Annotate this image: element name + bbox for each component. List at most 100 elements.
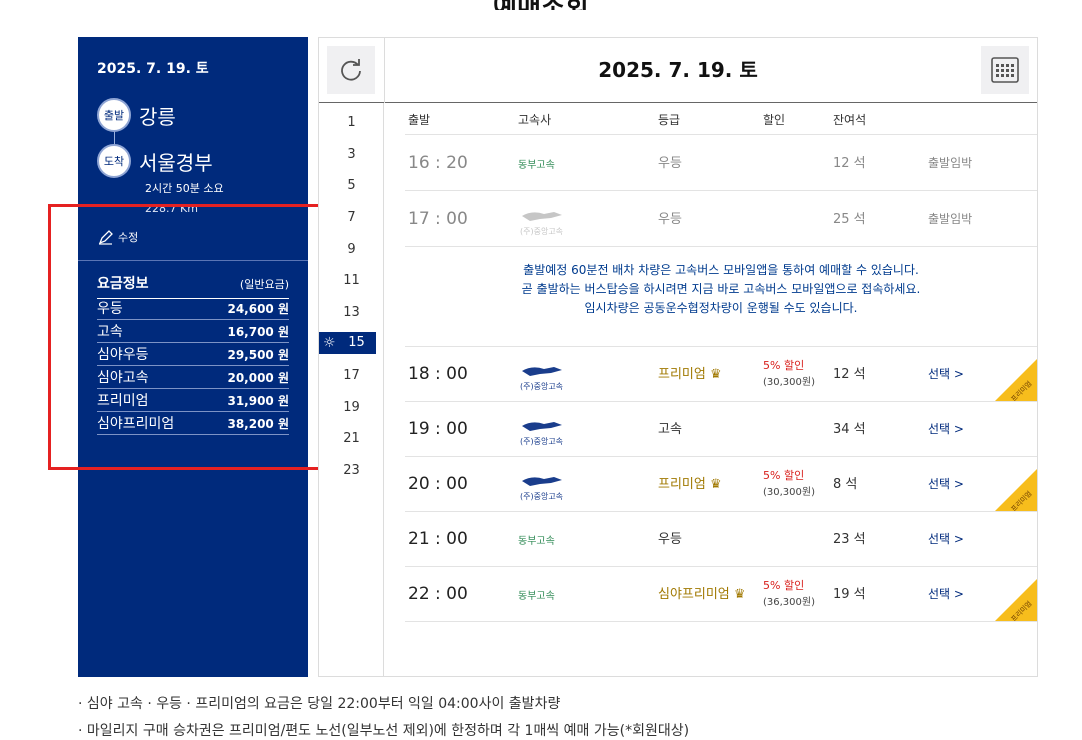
- company-logo-jungang: (주)중앙고속: [518, 192, 568, 247]
- fare-name: 심야우등: [97, 347, 149, 363]
- column-headers: 출발 고속사 등급 할인 잔여석: [405, 111, 1037, 135]
- select-button[interactable]: 선택 >: [928, 347, 964, 402]
- fare-title: 요금정보: [97, 276, 149, 292]
- premium-ribbon-icon: 프리미엄: [995, 359, 1037, 401]
- notice-line: 곧 출발하는 버스탑승을 하시려면 지금 바로 고속버스 모바일앱으로 접속하세…: [521, 282, 921, 296]
- fare-row: 고속 16,700 원: [97, 320, 289, 343]
- depart-time: 18 : 00: [408, 364, 468, 384]
- seats-left: 23 석: [833, 532, 866, 547]
- discount-rate: 5% 할인: [763, 359, 805, 372]
- trip-distance: 228.7 Km: [145, 202, 198, 215]
- hour-selector: 1 3 5 7 9 11 13 ☼ 15 17 19 21 23: [319, 103, 384, 676]
- discount-rate: 5% 할인: [763, 469, 805, 482]
- premium-ribbon-icon: 프리미엄: [995, 579, 1037, 621]
- hour-item[interactable]: 21: [319, 431, 384, 446]
- select-button[interactable]: 선택 >: [928, 402, 964, 457]
- refresh-button[interactable]: [327, 46, 375, 94]
- hour-item[interactable]: 3: [319, 147, 384, 162]
- calendar-icon: [991, 57, 1019, 83]
- fare-list: 우등 24,600 원 고속 16,700 원 심야우등 29,500 원 심야고속 2…: [97, 297, 289, 435]
- company-name: (주)중앙고속: [520, 227, 564, 236]
- hour-item[interactable]: 7: [319, 210, 384, 225]
- depart-time: 19 : 00: [408, 419, 468, 439]
- departure-notice: 출발예정 60분전 배차 차량은 고속버스 모바일앱을 통하여 예매할 수 있습…: [405, 247, 1037, 347]
- col-company: 고속사: [518, 113, 552, 127]
- fare-row: 심야우등 29,500 원: [97, 343, 289, 366]
- fare-type: (일반요금): [239, 278, 289, 291]
- bus-grade: 심야프리미엄 ♛: [658, 567, 746, 622]
- fare-price: 20,000 원: [227, 370, 289, 385]
- hour-item[interactable]: 9: [319, 242, 384, 257]
- bus-grade: 프리미엄 ♛: [658, 347, 722, 402]
- edit-button[interactable]: 수정: [98, 229, 138, 245]
- hour-item[interactable]: 17: [319, 368, 384, 383]
- col-grade: 등급: [658, 113, 681, 127]
- seats-left: 8 석: [833, 477, 858, 492]
- grade-label: 프리미엄: [658, 477, 706, 492]
- grade-label: 프리미엄: [658, 367, 706, 382]
- footnote: · 마일리지 구매 승차권은 프리미엄/편도 노선(일부노선 제외)에 한정하며…: [78, 723, 690, 739]
- table-row: 17 : 00 (주)중앙고속 우등 25 석 출발임박: [405, 192, 1037, 247]
- departure-stop: 출발 강릉: [97, 98, 176, 132]
- discount-info: 5% 할인 (36,300원): [763, 578, 815, 611]
- select-button[interactable]: 선택 >: [928, 512, 964, 567]
- footnote: · 심야 고속 · 우등 · 프리미엄의 요금은 당일 22:00부터 익일 0…: [78, 696, 561, 712]
- panel-divider: [78, 260, 308, 261]
- page-title-cut: 예매조회: [0, 0, 1082, 10]
- col-depart: 출발: [408, 113, 431, 127]
- fare-price: 31,900 원: [227, 393, 289, 408]
- col-seats: 잔여석: [833, 113, 867, 127]
- discount-price: (36,300원): [763, 597, 815, 608]
- hour-item[interactable]: 5: [319, 178, 384, 193]
- hour-item-active[interactable]: ☼ 15: [319, 332, 376, 354]
- discount-price: (30,300원): [763, 377, 815, 388]
- table-row: 18 : 00 (주)중앙고속 프리미엄 ♛ 5% 할인 (30,300원) 12…: [405, 347, 1037, 402]
- bus-grade: 우등: [658, 212, 682, 227]
- fare-price: 38,200 원: [227, 416, 289, 431]
- bus-grade: 고속: [658, 422, 682, 437]
- timetable-date-title: 2025. 7. 19. 토: [598, 58, 758, 82]
- seats-left: 12 석: [833, 367, 866, 382]
- departure-badge: 출발: [97, 98, 131, 132]
- company-logo-dongbu: 동부고속: [518, 536, 555, 547]
- arrival-badge: 도착: [97, 144, 131, 178]
- fare-price: 16,700 원: [227, 324, 289, 339]
- seats-left: 25 석: [833, 212, 866, 227]
- hour-item[interactable]: 23: [319, 463, 384, 478]
- edit-label: 수정: [118, 231, 139, 244]
- bus-grade: 프리미엄 ♛: [658, 457, 722, 512]
- company-name: (주)중앙고속: [520, 492, 564, 501]
- departure-name: 강릉: [139, 104, 176, 129]
- select-button[interactable]: 선택 >: [928, 457, 964, 512]
- arrival-name: 서울경부: [139, 150, 213, 175]
- timetable-panel: 2025. 7. 19. 토 1 3 5 7 9 11 13 ☼ 15 17 1…: [318, 37, 1038, 677]
- grade-label: 심야프리미엄: [658, 587, 730, 602]
- seats-left: 34 석: [833, 422, 866, 437]
- seats-left: 19 석: [833, 587, 866, 602]
- active-hour-label: 15: [348, 335, 365, 350]
- fare-name: 고속: [97, 324, 123, 340]
- table-row: 20 : 00 (주)중앙고속 프리미엄 ♛ 5% 할인 (30,300원) 8 …: [405, 457, 1037, 512]
- hour-item[interactable]: 13: [319, 305, 384, 320]
- depart-time: 22 : 00: [408, 584, 468, 604]
- company-logo-dongbu: 동부고속: [518, 591, 555, 602]
- seats-left: 12 석: [833, 156, 866, 171]
- hour-item[interactable]: 11: [319, 273, 384, 288]
- fare-row: 우등 24,600 원: [97, 297, 289, 320]
- route-summary-panel: 2025. 7. 19. 토 출발 강릉 도착 서울경부 2시간 50분 소요 …: [78, 37, 308, 677]
- depart-time: 16 : 20: [408, 153, 468, 173]
- calendar-button[interactable]: [981, 46, 1029, 94]
- hour-item[interactable]: 1: [319, 115, 384, 130]
- table-row: 21 : 00 동부고속 우등 23 석 선택 >: [405, 512, 1037, 567]
- fare-header: 요금정보 (일반요금): [97, 273, 289, 299]
- select-button[interactable]: 선택 >: [928, 567, 964, 622]
- fare-name: 우등: [97, 301, 123, 317]
- company-logo-jungang: (주)중앙고속: [518, 457, 568, 512]
- discount-info: 5% 할인 (30,300원): [763, 358, 815, 391]
- timetable-header: 2025. 7. 19. 토: [319, 38, 1037, 103]
- trip-duration: 2시간 50분 소요: [145, 182, 224, 195]
- fare-row: 심야프리미엄 38,200 원: [97, 412, 289, 435]
- hour-item[interactable]: 19: [319, 400, 384, 415]
- crown-icon: ♛: [709, 367, 722, 382]
- fare-name: 프리미엄: [97, 393, 149, 409]
